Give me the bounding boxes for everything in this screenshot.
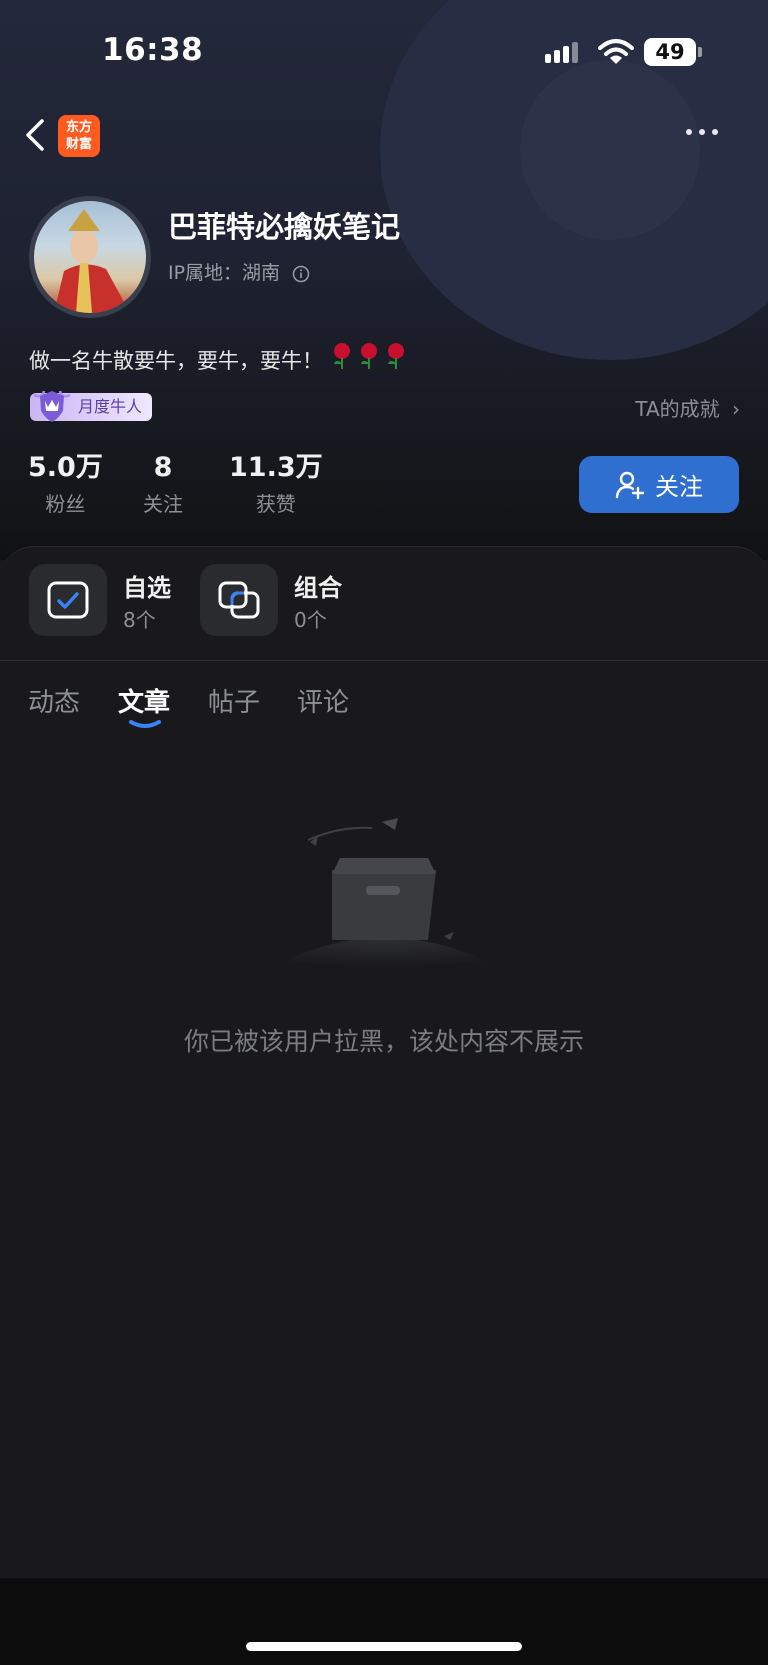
achievements-label: TA的成就	[635, 397, 720, 421]
crown-shield-icon	[33, 390, 71, 422]
info-icon[interactable]	[292, 265, 310, 283]
tab-posts[interactable]: 帖子	[208, 682, 260, 719]
badge-label: 月度牛人	[78, 397, 143, 416]
empty-box-illustration	[250, 818, 520, 980]
username: 巴菲特必擒妖笔记	[168, 210, 401, 244]
stat-label: 关注	[143, 492, 183, 516]
home-indicator[interactable]	[246, 1642, 522, 1651]
divider	[0, 660, 768, 661]
stat-label: 粉丝	[45, 492, 86, 516]
follow-label: 关注	[655, 473, 703, 501]
content-panel	[0, 546, 768, 1579]
ip-location-text: IP属地：湖南	[168, 262, 281, 284]
tab-activity[interactable]: 动态	[28, 682, 80, 719]
portfolio-icon	[218, 581, 260, 619]
stat-value: 11.3万	[229, 452, 323, 483]
stat-label: 获赞	[255, 492, 296, 516]
wifi-icon	[598, 39, 634, 64]
blocked-message: 你已被该用户拉黑，该处内容不展示	[183, 1027, 584, 1056]
tab-comments[interactable]: 评论	[297, 682, 349, 719]
tab-articles[interactable]: 文章	[118, 682, 170, 719]
bottom-bar	[0, 1578, 768, 1665]
ip-location: IP属地：湖南	[168, 258, 310, 285]
stat-following[interactable]: 8 关注	[143, 452, 183, 517]
chevron-right-icon: ›	[732, 397, 740, 421]
battery-indicator: 49	[644, 38, 702, 66]
app-logo[interactable]: 东方 财富	[58, 115, 100, 157]
rose-icon	[334, 343, 350, 369]
watchlist-title[interactable]: 自选	[123, 568, 171, 603]
more-options-button[interactable]	[682, 124, 722, 140]
checkbox-icon	[47, 581, 89, 619]
cellular-signal-icon	[545, 41, 585, 63]
logo-line-1: 东方	[65, 120, 92, 135]
portfolio-card[interactable]	[200, 564, 278, 636]
add-user-icon	[615, 471, 645, 499]
logo-line-2: 财富	[65, 137, 92, 152]
portfolio-title[interactable]: 组合	[294, 568, 342, 603]
bio-text: 做一名牛散要牛，要牛，要牛！	[29, 349, 323, 373]
status-time: 16:38	[102, 32, 204, 68]
rose-icon	[388, 343, 404, 369]
decorative-mascot	[520, 60, 700, 240]
follow-button[interactable]: 关注	[579, 456, 739, 513]
achievements-link[interactable]: TA的成就 ›	[635, 393, 740, 422]
watchlist-count: 8个	[123, 608, 156, 632]
avatar[interactable]	[29, 196, 151, 318]
portfolio-count: 0个	[294, 608, 327, 632]
monthly-badge[interactable]: 月度牛人	[30, 390, 153, 422]
back-button[interactable]	[20, 118, 50, 152]
avatar-image	[54, 209, 130, 313]
stat-likes[interactable]: 11.3万 获赞	[229, 452, 323, 517]
stat-followers[interactable]: 5.0万 粉丝	[28, 452, 103, 517]
stat-value: 5.0万	[28, 452, 103, 483]
rose-icon	[361, 343, 377, 369]
stat-value: 8	[153, 452, 173, 483]
active-tab-indicator	[129, 720, 161, 728]
rose-emojis	[330, 342, 408, 370]
watchlist-card[interactable]	[29, 564, 107, 636]
